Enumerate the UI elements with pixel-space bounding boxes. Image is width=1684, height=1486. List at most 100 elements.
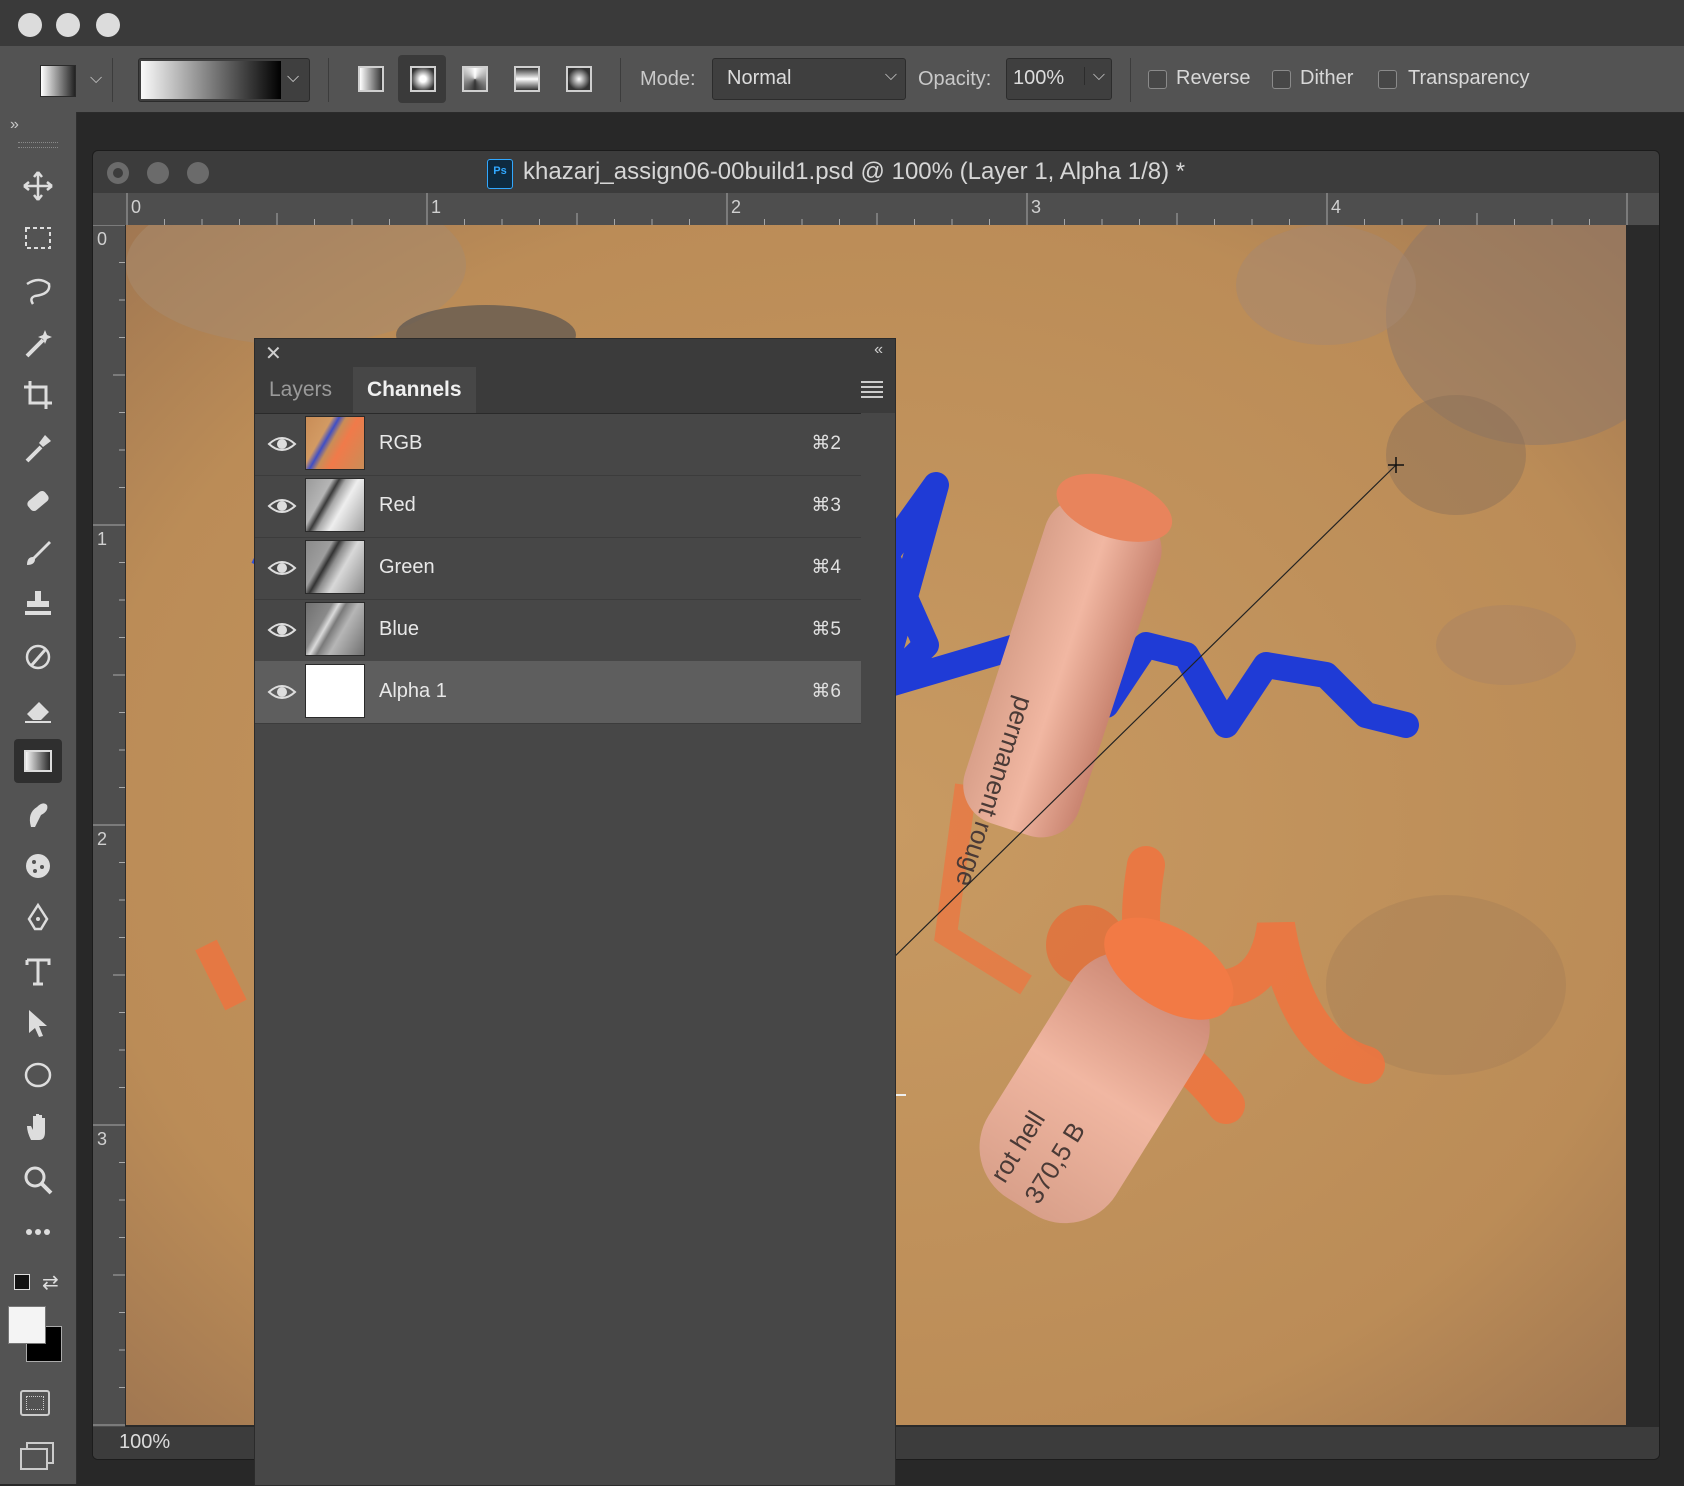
channel-name: Alpha 1: [379, 680, 447, 702]
tool-preset-icon[interactable]: [40, 65, 76, 97]
photoshop-file-icon: Ps: [487, 159, 513, 189]
panel-tabs: Layers Channels: [255, 367, 895, 414]
zoom-icon[interactable]: [14, 1158, 62, 1202]
collapse-panel-icon[interactable]: «: [874, 341, 883, 359]
more-tools-icon[interactable]: [14, 1210, 62, 1254]
radial-gradient-icon[interactable]: [410, 66, 436, 92]
tool-preset-chevron-icon[interactable]: ⌵: [90, 70, 102, 88]
screen-mode-icon[interactable]: [20, 1442, 54, 1470]
hruler-label: 2: [731, 197, 741, 217]
close-icon[interactable]: ✕: [265, 341, 282, 366]
close-window-button[interactable]: [18, 13, 42, 37]
hruler-label: 0: [131, 197, 141, 217]
toolbar-grip[interactable]: [18, 142, 58, 148]
diamond-gradient-icon[interactable]: [566, 66, 592, 92]
vruler-label: 3: [97, 1129, 107, 1149]
chevron-down-icon[interactable]: ⌵: [1083, 67, 1105, 85]
crop-icon[interactable]: [14, 373, 62, 417]
channel-row-blue[interactable]: Blue ⌘5: [255, 599, 861, 662]
channel-name: RGB: [379, 432, 423, 454]
swap-colors-icon[interactable]: ⇄: [42, 1270, 59, 1295]
mode-label: Mode:: [640, 68, 696, 90]
mode-select[interactable]: Normal ⌵: [712, 58, 906, 100]
channel-row-rgb[interactable]: RGB ⌘2: [255, 413, 861, 476]
channel-shortcut: ⌘6: [811, 681, 841, 702]
chevron-down-icon[interactable]: ⌵: [287, 69, 299, 87]
linear-gradient-icon[interactable]: [358, 66, 384, 92]
eye-icon[interactable]: [267, 431, 297, 457]
mode-value: Normal: [727, 67, 792, 89]
marquee-icon[interactable]: [14, 216, 62, 260]
eyedropper-icon[interactable]: [14, 426, 62, 470]
history-brush-icon[interactable]: [14, 635, 62, 679]
healing-brush-icon[interactable]: [14, 478, 62, 522]
reverse-label: Reverse: [1176, 67, 1251, 89]
reverse-checkbox[interactable]: [1148, 70, 1167, 89]
default-colors-icon[interactable]: [14, 1274, 30, 1290]
document-minimize-button[interactable]: [147, 162, 169, 184]
channel-thumbnail: [305, 540, 365, 594]
panel-header[interactable]: ✕ «: [255, 339, 895, 367]
tab-layers[interactable]: Layers: [255, 367, 346, 413]
vruler-label: 2: [97, 829, 107, 849]
tab-channels[interactable]: Channels: [353, 367, 476, 413]
channel-shortcut: ⌘4: [811, 557, 841, 578]
hruler-label: 3: [1031, 197, 1041, 217]
eye-icon[interactable]: [267, 555, 297, 581]
pen-icon[interactable]: [14, 896, 62, 940]
channel-thumbnail: [305, 478, 365, 532]
document-close-button[interactable]: [107, 162, 129, 184]
magic-wand-icon[interactable]: [14, 321, 62, 365]
type-icon[interactable]: [14, 949, 62, 993]
eraser-icon[interactable]: [14, 687, 62, 731]
quick-mask-icon[interactable]: [20, 1390, 50, 1416]
channel-thumbnail: [305, 664, 365, 718]
zoom-window-button[interactable]: [96, 13, 120, 37]
channel-row-red[interactable]: Red ⌘3: [255, 475, 861, 538]
horizontal-ruler[interactable]: 0 1 2 3 4: [93, 193, 1659, 226]
zoom-level[interactable]: 100%: [119, 1431, 170, 1454]
channel-name: Red: [379, 494, 416, 516]
move-icon[interactable]: [14, 164, 62, 208]
eye-icon[interactable]: [267, 493, 297, 519]
chevron-down-icon: ⌵: [884, 67, 897, 84]
vertical-ruler[interactable]: 0 1 2 3: [93, 225, 126, 1459]
dither-checkbox[interactable]: [1272, 70, 1291, 89]
clone-stamp-icon[interactable]: [14, 582, 62, 626]
vruler-label: 0: [97, 229, 107, 249]
panel-menu-icon[interactable]: [861, 381, 883, 398]
document-zoom-button[interactable]: [187, 162, 209, 184]
transparency-checkbox[interactable]: [1378, 70, 1397, 89]
lasso-icon[interactable]: [14, 269, 62, 313]
tools-panel: » ⇄: [0, 112, 77, 1484]
foreground-color-swatch[interactable]: [8, 1306, 46, 1344]
minimize-window-button[interactable]: [56, 13, 80, 37]
opacity-value: 100%: [1013, 67, 1065, 89]
toolbar-collapse-button[interactable]: »: [10, 116, 19, 134]
panel-scrollbar[interactable]: [861, 413, 895, 1485]
gradient-icon[interactable]: [14, 739, 62, 784]
eye-icon[interactable]: [267, 617, 297, 643]
reflected-gradient-icon[interactable]: [514, 66, 540, 92]
hand-icon[interactable]: [14, 1105, 62, 1149]
opacity-label: Opacity:: [918, 68, 992, 90]
channel-thumbnail: [305, 602, 365, 656]
channels-panel: ✕ « Layers Channels RGB ⌘2 Red ⌘3 Green ⌘4 Blu…: [254, 338, 896, 1486]
path-select-icon[interactable]: [14, 1001, 62, 1045]
eye-icon[interactable]: [267, 679, 297, 705]
sponge-icon[interactable]: [14, 844, 62, 888]
gradient-picker[interactable]: ⌵: [138, 58, 310, 102]
angle-gradient-icon[interactable]: [462, 66, 488, 92]
channel-shortcut: ⌘3: [811, 495, 841, 516]
transparency-label: Transparency: [1408, 67, 1530, 89]
channel-thumbnail: [305, 416, 365, 470]
smudge-icon[interactable]: [14, 792, 62, 836]
dither-label: Dither: [1300, 67, 1354, 89]
document-titlebar: Ps khazarj_assign06-00build1.psd @ 100% …: [93, 151, 1659, 194]
channel-row-alpha-1[interactable]: Alpha 1 ⌘6: [255, 661, 861, 724]
ellipse-icon[interactable]: [14, 1053, 62, 1097]
channel-shortcut: ⌘5: [811, 619, 841, 640]
channel-row-green[interactable]: Green ⌘4: [255, 537, 861, 600]
brush-icon[interactable]: [14, 530, 62, 574]
opacity-field[interactable]: 100% ⌵: [1006, 58, 1112, 100]
